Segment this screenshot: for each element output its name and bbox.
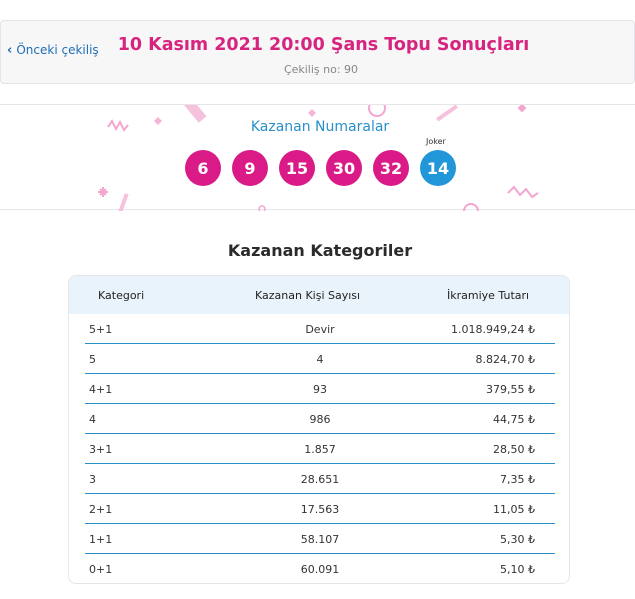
category-cell: 5+1 <box>89 323 113 336</box>
prize-cell: 379,55 ₺ <box>486 383 535 396</box>
winners-cell: 93 <box>313 383 327 396</box>
joker-label: Joker <box>426 137 446 146</box>
joker-ball: 14 <box>420 150 456 186</box>
prize-cell: 5,30 ₺ <box>500 533 535 546</box>
draw-number: Çekiliş no: 90 <box>283 63 359 76</box>
winners-cell: 58.107 <box>300 533 340 546</box>
table-row: 1+1 58.107 5,30 ₺ <box>85 524 555 554</box>
table-row: 3+1 1.857 28,50 ₺ <box>85 434 555 464</box>
table-header: Kategori Kazanan Kişi Sayısı İkramiye Tu… <box>69 276 569 314</box>
number-ball: 6 <box>185 150 221 186</box>
number-balls: 6 9 15 30 32 14 <box>185 150 456 186</box>
winners-cell: Devir <box>305 323 335 336</box>
winners-cell: 4 <box>316 353 324 366</box>
prize-table: Kategori Kazanan Kişi Sayısı İkramiye Tu… <box>68 275 570 584</box>
prize-cell: 1.018.949,24 ₺ <box>451 323 535 336</box>
winners-cell: 17.563 <box>300 503 340 516</box>
category-cell: 0+1 <box>89 563 113 576</box>
column-header-prize: İkramiye Tutarı <box>447 289 530 302</box>
category-cell: 3+1 <box>89 443 113 456</box>
prize-cell: 8.824,70 ₺ <box>475 353 535 366</box>
prize-cell: 5,10 ₺ <box>500 563 535 576</box>
prize-cell: 28,50 ₺ <box>493 443 535 456</box>
categories-title: Kazanan Kategoriler <box>227 241 413 260</box>
category-cell: 4+1 <box>89 383 113 396</box>
table-row: 3 28.651 7,35 ₺ <box>85 464 555 494</box>
prize-cell: 44,75 ₺ <box>493 413 535 426</box>
page-title: 10 Kasım 2021 20:00 Şans Topu Sonuçları <box>117 35 530 55</box>
winners-cell: 986 <box>309 413 331 426</box>
table-row: 0+1 60.091 5,10 ₺ <box>85 554 555 583</box>
category-cell: 4 <box>89 413 96 426</box>
column-header-category: Kategori <box>98 289 145 302</box>
category-cell: 3 <box>89 473 96 486</box>
category-cell: 5 <box>89 353 96 366</box>
winning-numbers-card: Kazanan Numaralar Joker 6 9 15 30 32 14 <box>0 104 635 211</box>
winners-cell: 28.651 <box>300 473 340 486</box>
number-ball: 30 <box>326 150 362 186</box>
prize-cell: 11,05 ₺ <box>493 503 535 516</box>
table-row: 5 4 8.824,70 ₺ <box>85 344 555 374</box>
winners-cell: 1.857 <box>304 443 336 456</box>
table-row: 4 986 44,75 ₺ <box>85 404 555 434</box>
table-row: 2+1 17.563 11,05 ₺ <box>85 494 555 524</box>
number-ball: 15 <box>279 150 315 186</box>
table-body: 5+1 Devir 1.018.949,24 ₺ 5 4 8.824,70 ₺ … <box>85 314 555 583</box>
category-cell: 2+1 <box>89 503 113 516</box>
category-cell: 1+1 <box>89 533 113 546</box>
draw-header-card: ‹ Önceki çekiliş 10 Kasım 2021 20:00 Şan… <box>0 20 635 84</box>
winners-cell: 60.091 <box>300 563 340 576</box>
table-row: 5+1 Devir 1.018.949,24 ₺ <box>85 314 555 344</box>
winning-numbers-title: Kazanan Numaralar <box>250 119 390 135</box>
number-ball: 32 <box>373 150 409 186</box>
column-header-winners: Kazanan Kişi Sayısı <box>255 289 361 302</box>
number-ball: 9 <box>232 150 268 186</box>
table-row: 4+1 93 379,55 ₺ <box>85 374 555 404</box>
prize-cell: 7,35 ₺ <box>500 473 535 486</box>
